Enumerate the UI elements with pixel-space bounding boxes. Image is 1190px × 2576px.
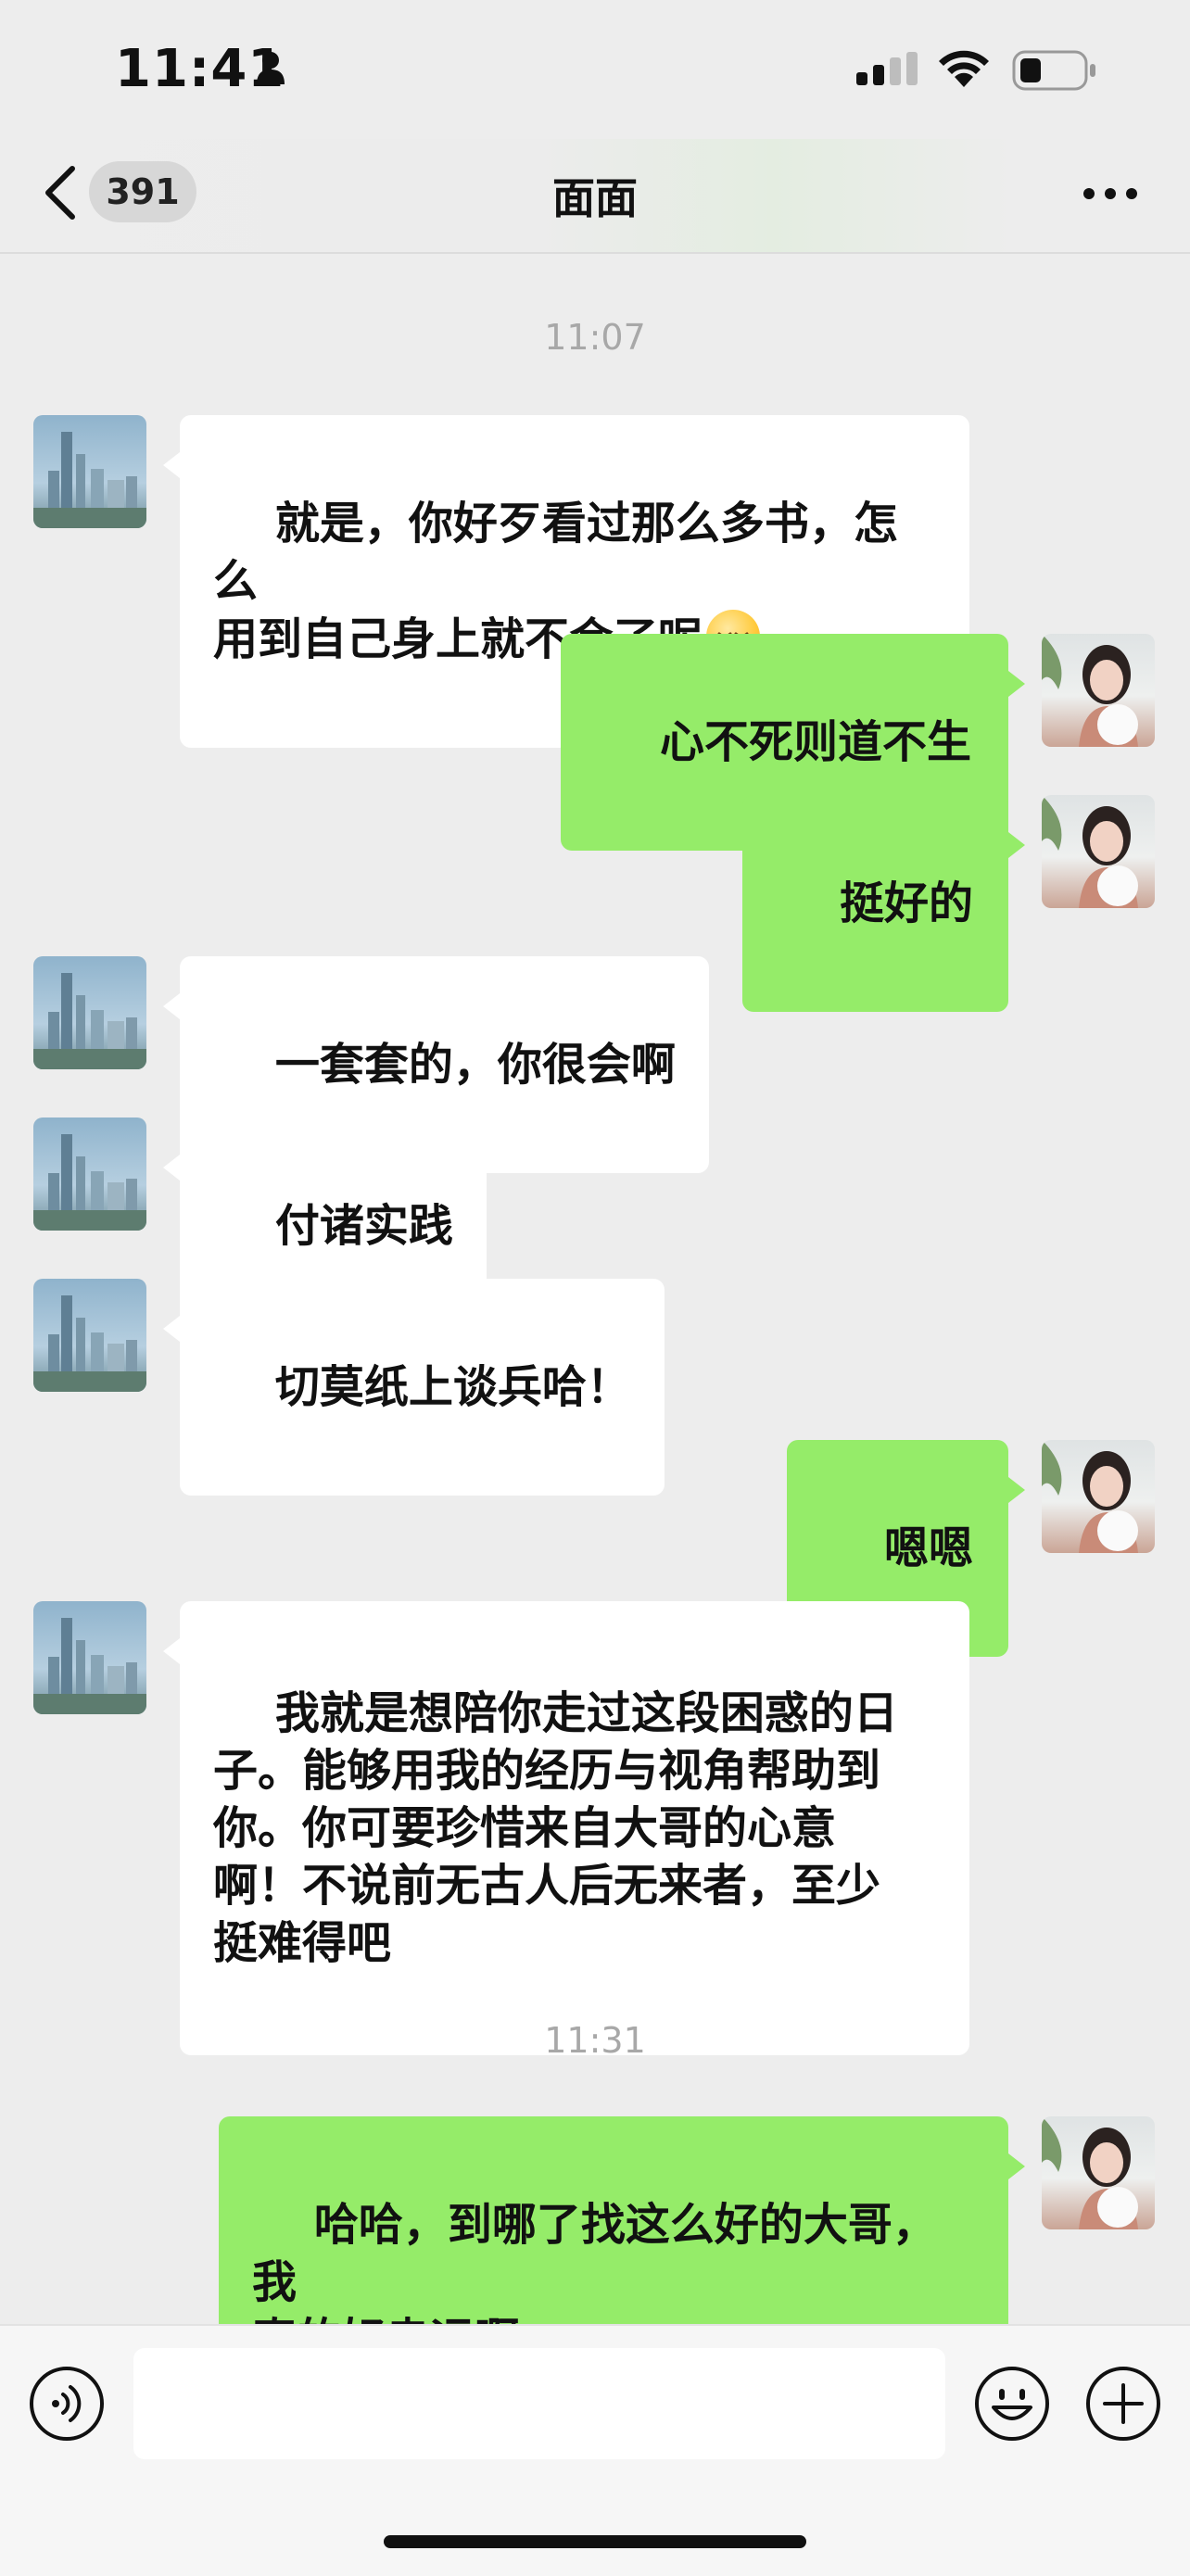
message-input[interactable] bbox=[133, 2348, 945, 2459]
my-avatar[interactable] bbox=[1042, 2116, 1155, 2229]
message-timestamp: 11:31 bbox=[544, 2020, 646, 2061]
city-skyline-image bbox=[33, 432, 146, 528]
city-skyline-image bbox=[33, 1295, 146, 1392]
more-options-icon[interactable] bbox=[1082, 187, 1138, 200]
contact-avatar[interactable] bbox=[33, 415, 146, 528]
message-text: 挺好的 bbox=[839, 878, 973, 929]
message-text: 切莫纸上谈兵哈！ bbox=[274, 1361, 631, 1413]
message-text: 一套套的，你很会啊 bbox=[274, 1039, 676, 1091]
chat-header: 391 面面 bbox=[0, 139, 1190, 254]
city-skyline-image bbox=[33, 1134, 146, 1231]
message-text: 心不死则道不生 bbox=[659, 716, 971, 768]
message-text: 我就是想陪你走过这段困惑的日 子。能够用我的经历与视角帮助到 你。你可要珍惜来自… bbox=[213, 1687, 898, 1969]
received-message-bubble[interactable]: 切莫纸上谈兵哈！ bbox=[163, 1279, 665, 1496]
contact-avatar[interactable] bbox=[33, 1601, 146, 1714]
message-text: 嗯嗯 bbox=[883, 1522, 973, 1574]
received-message-bubble[interactable]: 我就是想陪你走过这段困惑的日 子。能够用我的经历与视角帮助到 你。你可要珍惜来自… bbox=[163, 1601, 969, 2055]
my-avatar[interactable] bbox=[1042, 634, 1155, 747]
contact-avatar[interactable] bbox=[33, 956, 146, 1069]
sent-message-bubble[interactable]: 挺好的 bbox=[742, 795, 1025, 1012]
profile-photo-image bbox=[1042, 795, 1138, 908]
emoji-icon[interactable] bbox=[973, 2365, 1051, 2443]
my-avatar[interactable] bbox=[1042, 795, 1155, 908]
battery-icon bbox=[1012, 50, 1095, 91]
message-text: 付诸实践 bbox=[274, 1200, 453, 1252]
chat-title: 面面 bbox=[552, 173, 638, 223]
contact-avatar[interactable] bbox=[33, 1118, 146, 1231]
my-avatar[interactable] bbox=[1042, 1440, 1155, 1553]
contact-avatar[interactable] bbox=[33, 1279, 146, 1392]
message-timestamp: 11:07 bbox=[544, 317, 646, 358]
profile-photo-image bbox=[1042, 2116, 1138, 2229]
profile-photo-image bbox=[1042, 634, 1138, 747]
wifi-icon bbox=[939, 50, 989, 87]
cellular-signal-icon bbox=[856, 52, 918, 85]
status-bar: 11:41 bbox=[0, 0, 1190, 139]
profile-photo-image bbox=[1042, 1440, 1138, 1553]
person-icon bbox=[257, 52, 285, 84]
voice-input-icon[interactable] bbox=[28, 2365, 106, 2443]
plus-icon[interactable] bbox=[1084, 2365, 1162, 2443]
home-indicator bbox=[384, 2535, 806, 2548]
city-skyline-image bbox=[33, 973, 146, 1069]
city-skyline-image bbox=[33, 1618, 146, 1714]
